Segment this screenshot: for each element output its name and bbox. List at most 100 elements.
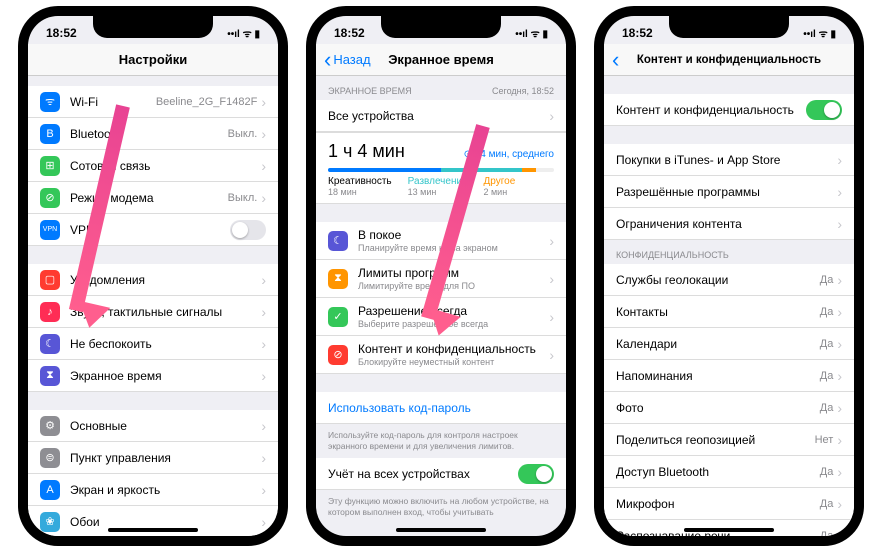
row-label: Основные <box>70 419 261 433</box>
row-icon: ☾ <box>328 231 348 251</box>
chevron-icon: › <box>837 368 842 384</box>
row-value: Beeline_2G_F1482F <box>156 96 258 108</box>
row-label: Обои <box>70 515 261 529</box>
row-icon: ⊘ <box>328 345 348 365</box>
chevron-icon: › <box>837 464 842 480</box>
row-value: Выкл. <box>228 192 258 204</box>
toggle[interactable] <box>806 100 842 120</box>
toggle[interactable] <box>518 464 554 484</box>
settings-row[interactable]: BBluetoothВыкл.› <box>28 118 278 150</box>
settings-row[interactable]: Ограничения контента› <box>604 208 854 240</box>
chevron-icon: › <box>837 184 842 200</box>
settings-row[interactable]: Покупки в iTunes- и App Store› <box>604 144 854 176</box>
toggle[interactable] <box>230 220 266 240</box>
row-icon: ⧗ <box>40 366 60 386</box>
use-passcode-row[interactable]: Использовать код-пароль <box>316 392 566 424</box>
row-icon: ▢ <box>40 270 60 290</box>
settings-row[interactable]: ФотоДа› <box>604 392 854 424</box>
row-icon: ᯤ <box>40 92 60 112</box>
navbar: Контент и конфиденциальность <box>604 44 854 76</box>
row-icon: ♪ <box>40 302 60 322</box>
status-icons: ••ıl ᯤ ▮ <box>227 26 260 40</box>
usage-legend: Креативность18 мин Развлечения13 мин Дру… <box>328 176 554 197</box>
row-icon: VPN <box>40 220 60 240</box>
settings-row[interactable]: Разрешённые программы› <box>604 176 854 208</box>
settings-row[interactable]: Службы геолокацииДа› <box>604 264 854 296</box>
chevron-icon: › <box>261 304 266 320</box>
settings-row[interactable]: Доступ BluetoothДа› <box>604 456 854 488</box>
page-title: Контент и конфиденциальность <box>637 54 821 66</box>
all-devices-row[interactable]: Все устройства› <box>316 100 566 132</box>
row-label: Экран и яркость <box>70 483 261 497</box>
row-icon: ❀ <box>40 512 60 532</box>
row-label: Пункт управления <box>70 451 261 465</box>
back-button[interactable] <box>612 54 621 65</box>
screen-time-card[interactable]: 1 ч 4 мин⊙ 24 мин, среднего Креативность… <box>316 132 566 204</box>
settings-row[interactable]: ⧗Экранное время› <box>28 360 278 392</box>
row-label: Уведомления <box>70 273 261 287</box>
chevron-icon: › <box>261 94 266 110</box>
row-icon: ⚙ <box>40 416 60 436</box>
row-label: Сотовая связь <box>70 159 261 173</box>
chevron-icon: › <box>837 336 842 352</box>
row-label: Экранное время <box>70 369 261 383</box>
settings-row[interactable]: ⊘Режим модемаВыкл.› <box>28 182 278 214</box>
chevron-icon: › <box>837 272 842 288</box>
chevron-icon: › <box>549 233 554 249</box>
chevron-icon: › <box>549 347 554 363</box>
chevron-icon: › <box>549 271 554 287</box>
chevron-icon: › <box>261 190 266 206</box>
chevron-icon: › <box>837 528 842 537</box>
all-devices-account-row[interactable]: Учёт на всех устройствах <box>316 458 566 490</box>
row-icon: ⊜ <box>40 448 60 468</box>
chevron-icon: › <box>261 336 266 352</box>
chevron-icon: › <box>261 272 266 288</box>
page-title: Настройки <box>119 52 188 67</box>
chevron-icon: › <box>549 309 554 325</box>
settings-row[interactable]: КонтактыДа› <box>604 296 854 328</box>
chevron-icon: › <box>837 400 842 416</box>
row-label: Wi-Fi <box>70 95 156 109</box>
settings-row[interactable]: ☾Не беспокоить› <box>28 328 278 360</box>
chevron-icon: › <box>837 432 842 448</box>
chevron-icon: › <box>261 450 266 466</box>
row-label: Лимиты программ <box>358 266 549 280</box>
settings-row[interactable]: AЭкран и яркость› <box>28 474 278 506</box>
row-value: Выкл. <box>228 128 258 140</box>
settings-row[interactable]: МикрофонДа› <box>604 488 854 520</box>
settings-row[interactable]: ♪Звуки, тактильные сигналы› <box>28 296 278 328</box>
settings-row[interactable]: ▢ Уведомления› <box>28 264 278 296</box>
back-button[interactable]: Назад <box>324 52 371 67</box>
row-sub: Блокируйте неуместный контент <box>358 357 549 367</box>
footer-text: Используйте код-пароль для контроля наст… <box>316 424 566 458</box>
navbar: Настройки <box>28 44 278 76</box>
row-icon: ✓ <box>328 307 348 327</box>
chevron-icon: › <box>261 126 266 142</box>
settings-row[interactable]: VPNVPN <box>28 214 278 246</box>
settings-row[interactable]: ⊜ Пункт управления› <box>28 442 278 474</box>
chevron-icon: › <box>837 304 842 320</box>
settings-row[interactable]: ⚙Основные› <box>28 410 278 442</box>
chevron-icon: › <box>837 496 842 512</box>
settings-row[interactable]: КалендариДа› <box>604 328 854 360</box>
settings-row[interactable]: НапоминанияДа› <box>604 360 854 392</box>
footer-text: Эту функцию можно включить на любом устр… <box>316 490 566 524</box>
page-title: Экранное время <box>388 52 494 67</box>
chevron-icon: › <box>837 216 842 232</box>
chevron-icon: › <box>261 482 266 498</box>
main-toggle-row[interactable]: Контент и конфиденциальность <box>604 94 854 126</box>
row-icon: ⧗ <box>328 269 348 289</box>
chevron-icon: › <box>261 514 266 530</box>
chevron-icon: › <box>549 108 554 124</box>
settings-row[interactable]: ᯤ Wi-FiBeeline_2G_F1482F› <box>28 86 278 118</box>
section-header: ЭКРАННОЕ ВРЕМЯСегодня, 18:52 <box>316 76 566 100</box>
total-time: 1 ч 4 мин <box>328 141 405 162</box>
row-sub: Лимитируйте время для ПО <box>358 281 549 291</box>
settings-row[interactable]: ⊞Сотовая связь› <box>28 150 278 182</box>
row-label: Bluetooth <box>70 127 228 141</box>
row-label: Контент и конфиденциальность <box>358 342 549 356</box>
row-label: Не беспокоить <box>70 337 261 351</box>
settings-row[interactable]: ⊘ Контент и конфиденциальностьБлокируйте … <box>316 336 566 374</box>
row-icon: ⊘ <box>40 188 60 208</box>
settings-row[interactable]: Поделиться геопозициейНет› <box>604 424 854 456</box>
